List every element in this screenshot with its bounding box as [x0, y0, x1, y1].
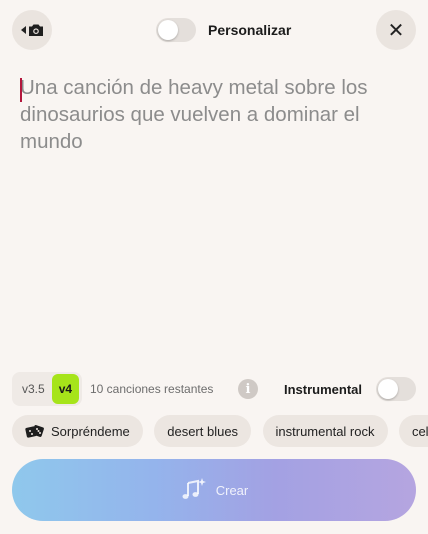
create-label: Crear — [215, 482, 249, 498]
surprise-me-chip[interactable]: Sorpréndeme — [12, 415, 143, 447]
toggle-knob — [378, 379, 398, 399]
toggle-knob — [158, 20, 178, 40]
prompt-input[interactable]: Una canción de heavy metal sobre los din… — [20, 74, 400, 155]
back-arrow-icon — [20, 26, 26, 34]
personalize-control: Personalizar — [156, 18, 291, 42]
close-button[interactable]: ✕ — [376, 10, 416, 50]
top-bar: Personalizar ✕ — [0, 0, 428, 60]
close-icon: ✕ — [387, 19, 405, 42]
instrumental-control: Instrumental — [284, 377, 416, 401]
instrumental-label: Instrumental — [283, 381, 362, 397]
dice-icon — [25, 425, 44, 438]
genre-chip[interactable]: desert blues — [154, 415, 252, 447]
genre-chip[interactable]: celtic n — [398, 415, 428, 447]
surprise-me-label: Sorpréndeme — [51, 423, 130, 439]
camera-button[interactable] — [12, 10, 52, 50]
instrumental-toggle[interactable] — [376, 377, 416, 401]
model-version-selector: v3.5 v4 — [12, 372, 83, 406]
version-v4-button[interactable]: v4 — [51, 374, 80, 404]
text-cursor — [20, 78, 22, 102]
options-bar: v3.5 v4 10 canciones restantes i Instrum… — [12, 372, 416, 406]
create-button[interactable]: Crear — [12, 459, 416, 521]
music-note-sparkle-icon — [182, 478, 206, 499]
camera-icon — [28, 24, 43, 36]
remaining-songs-text: 10 canciones restantes — [90, 382, 214, 396]
suggestion-chips: Sorpréndeme desert blues instrumental ro… — [12, 415, 428, 447]
info-icon[interactable]: i — [238, 379, 258, 399]
genre-chip[interactable]: instrumental rock — [262, 415, 388, 447]
version-v3-5-button[interactable]: v3.5 — [15, 374, 52, 404]
prompt-placeholder: Una canción de heavy metal sobre los din… — [20, 76, 368, 153]
personalize-label: Personalizar — [208, 22, 292, 38]
personalize-toggle[interactable] — [156, 18, 196, 42]
